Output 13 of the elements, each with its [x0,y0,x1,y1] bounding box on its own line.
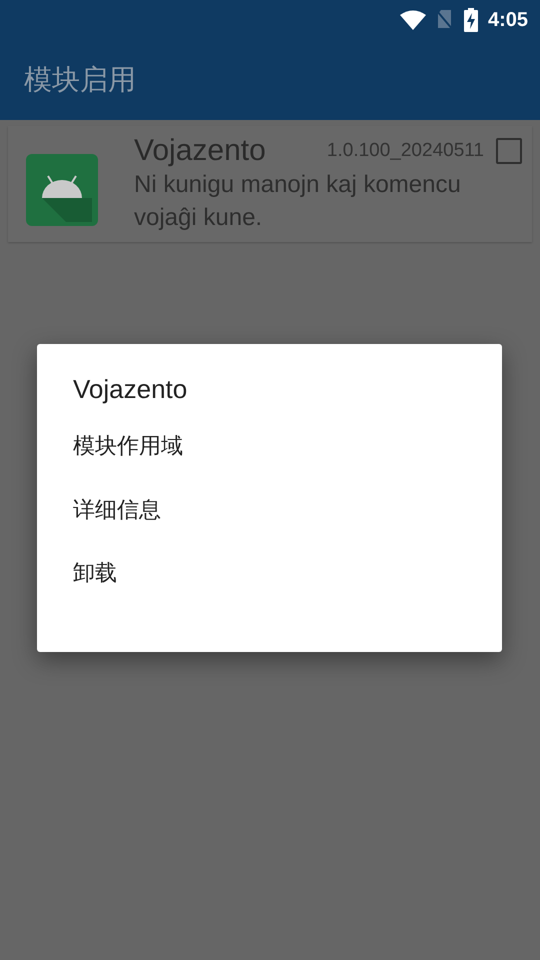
battery-charging-icon [464,8,478,32]
status-time: 4:05 [488,8,528,32]
module-description: Ni kunigu manojn kaj komencu vojaĝi kune. [134,170,462,233]
wifi-icon [400,10,426,30]
app-icon [26,154,98,226]
app-bar-title: 模块启用 [24,62,136,98]
menu-item[interactable]: 详细信息 [73,494,466,558]
module-name: Vojazento [134,134,266,168]
menu-item[interactable]: 模块作用域 [73,431,466,495]
enable-checkbox[interactable] [496,138,522,164]
no-sim-icon [436,9,454,31]
dialog-title: Vojazento [73,374,188,405]
menu-item[interactable]: 卸载 [73,558,466,622]
